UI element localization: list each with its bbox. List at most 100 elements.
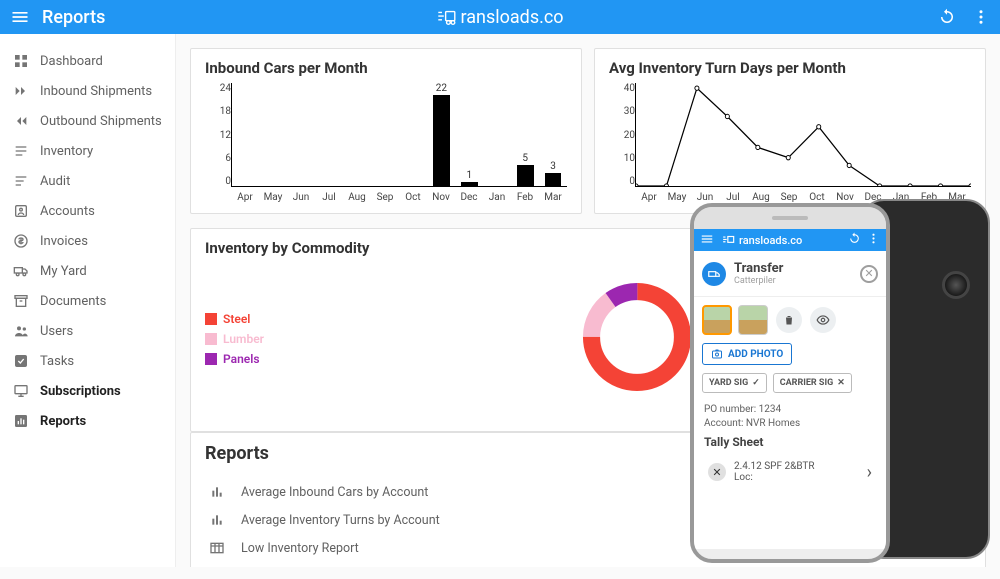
report-label: Average Inventory Turns by Account [241,513,440,528]
transfer-icon [702,262,726,286]
sidebar-item-dashboard[interactable]: Dashboard [0,46,175,76]
legend-item: Panels [205,352,264,366]
sidebar-label: Dashboard [40,54,103,69]
chart-title: Avg Inventory Turn Days per Month [609,59,971,77]
legend-swatch [205,333,217,345]
photo-thumbnails [694,297,886,343]
sidebar-item-subscriptions[interactable]: Subscriptions [0,376,175,406]
report-label: Low Inventory Report [241,541,359,556]
legend-label: Lumber [223,332,264,346]
sidebar-label: Subscriptions [40,384,121,399]
outbound-icon [12,112,30,130]
close-icon[interactable]: ✕ [860,265,878,283]
close-icon: ✕ [837,378,845,388]
legend-swatch [205,353,217,365]
po-number: PO number: 1234 [704,404,876,415]
table-icon [209,540,227,556]
brand-logo: ransloads.co [436,7,563,28]
sidebar-label: Documents [40,294,106,309]
sidebar-item-users[interactable]: Users [0,316,175,346]
sidebar-label: Reports [40,414,86,429]
donut-chart [577,277,697,401]
bar-chart-icon [209,484,227,500]
legend-item: Steel [205,312,264,326]
sidebar-label: My Yard [40,264,87,279]
sidebar-item-documents[interactable]: Documents [0,286,175,316]
sidebar-item-inventory[interactable]: Inventory [0,136,175,166]
phone-screen: ransloads.co Transfer Catterpiler ✕ [694,229,886,549]
camera-icon [942,271,970,299]
account-name: Account: NVR Homes [704,418,876,429]
sidebar-label: Outbound Shipments [40,114,162,129]
sidebar-label: Invoices [40,234,88,249]
page-title: Reports [42,7,105,28]
photo-thumb[interactable] [702,305,732,335]
delete-icon[interactable] [776,307,802,333]
appbar: Reports ransloads.co [0,0,1000,34]
list-icon [12,142,30,160]
monitor-icon [12,382,30,400]
phone-subtitle: Catterpiler [734,276,783,286]
check-icon: ✓ [752,378,760,388]
chevron-right-icon: › [867,462,872,483]
users-icon [12,322,30,340]
sidebar-item-audit[interactable]: Audit [0,166,175,196]
chart-icon [12,412,30,430]
phone-speaker [694,207,886,229]
sidebar-item-tasks[interactable]: Tasks [0,346,175,376]
sidebar-item-accounts[interactable]: Accounts [0,196,175,226]
legend-swatch [205,313,217,325]
phone-front: ransloads.co Transfer Catterpiler ✕ [690,203,890,563]
carrier-sig-button[interactable]: CARRIER SIG✕ [773,373,852,393]
report-label: Average Inbound Cars by Account [241,485,428,500]
signature-buttons: YARD SIG✓ CARRIER SIG✕ [694,373,886,401]
phone-title: Transfer [734,261,783,276]
accounts-icon [12,202,30,220]
sidebar-item-inbound[interactable]: Inbound Shipments [0,76,175,106]
phone-meta: PO number: 1234 Account: NVR Homes Tally… [694,404,886,483]
more-vert-icon[interactable] [867,232,880,248]
sidebar-item-reports[interactable]: Reports [0,406,175,436]
legend-label: Steel [223,312,250,326]
view-icon[interactable] [810,307,836,333]
tally-sheet-title: Tally Sheet [704,435,876,449]
inbound-cars-card: Inbound Cars per Month 24181260 22153 Ap… [190,48,582,214]
sidebar-label: Inbound Shipments [40,84,152,99]
sidebar-label: Audit [40,174,70,189]
legend-item: Lumber [205,332,264,346]
bar-chart: 24181260 22153 AprMayJunJulAugSepOctNovD… [205,83,567,203]
chart-title: Inbound Cars per Month [205,59,567,77]
archive-icon [12,292,30,310]
sidebar-item-outbound[interactable]: Outbound Shipments [0,106,175,136]
sidebar-label: Users [40,324,73,339]
yard-sig-button[interactable]: YARD SIG✓ [702,373,767,393]
refresh-icon[interactable] [938,8,956,26]
truck-icon [12,262,30,280]
sidebar-item-myyard[interactable]: My Yard [0,256,175,286]
brand-text: ransloads.co [460,7,563,28]
bar-chart-icon [209,512,227,528]
menu-icon[interactable] [10,7,30,27]
sidebar-label: Tasks [40,354,74,369]
commodity-legend: Steel Lumber Panels [205,312,264,366]
dashboard-icon [12,52,30,70]
add-photo-button[interactable]: ADD PHOTO [702,343,792,365]
more-vert-icon[interactable] [972,8,990,26]
refresh-icon[interactable] [848,232,861,248]
menu-icon[interactable] [700,232,714,249]
sidebar-item-invoices[interactable]: Invoices [0,226,175,256]
photo-thumb[interactable] [738,305,768,335]
tally-row[interactable]: ✕ 2.4.12 SPF 2&BTR Loc: › [704,461,876,483]
avg-inventory-card: Avg Inventory Turn Days per Month 403020… [594,48,986,214]
remove-icon[interactable]: ✕ [708,463,726,481]
item-loc: Loc: [734,472,815,483]
sidebar-label: Accounts [40,204,95,219]
phone-appbar: ransloads.co [694,229,886,251]
line-chart: 403020100 AprMayJunJulAugSepOctNovDecJan… [609,83,971,203]
sidebar: Dashboard Inbound Shipments Outbound Shi… [0,34,176,567]
legend-label: Panels [223,352,260,366]
phone-header: Transfer Catterpiler ✕ [694,251,886,297]
inbound-icon [12,82,30,100]
dollar-icon [12,232,30,250]
item-desc: 2.4.12 SPF 2&BTR [734,461,815,472]
